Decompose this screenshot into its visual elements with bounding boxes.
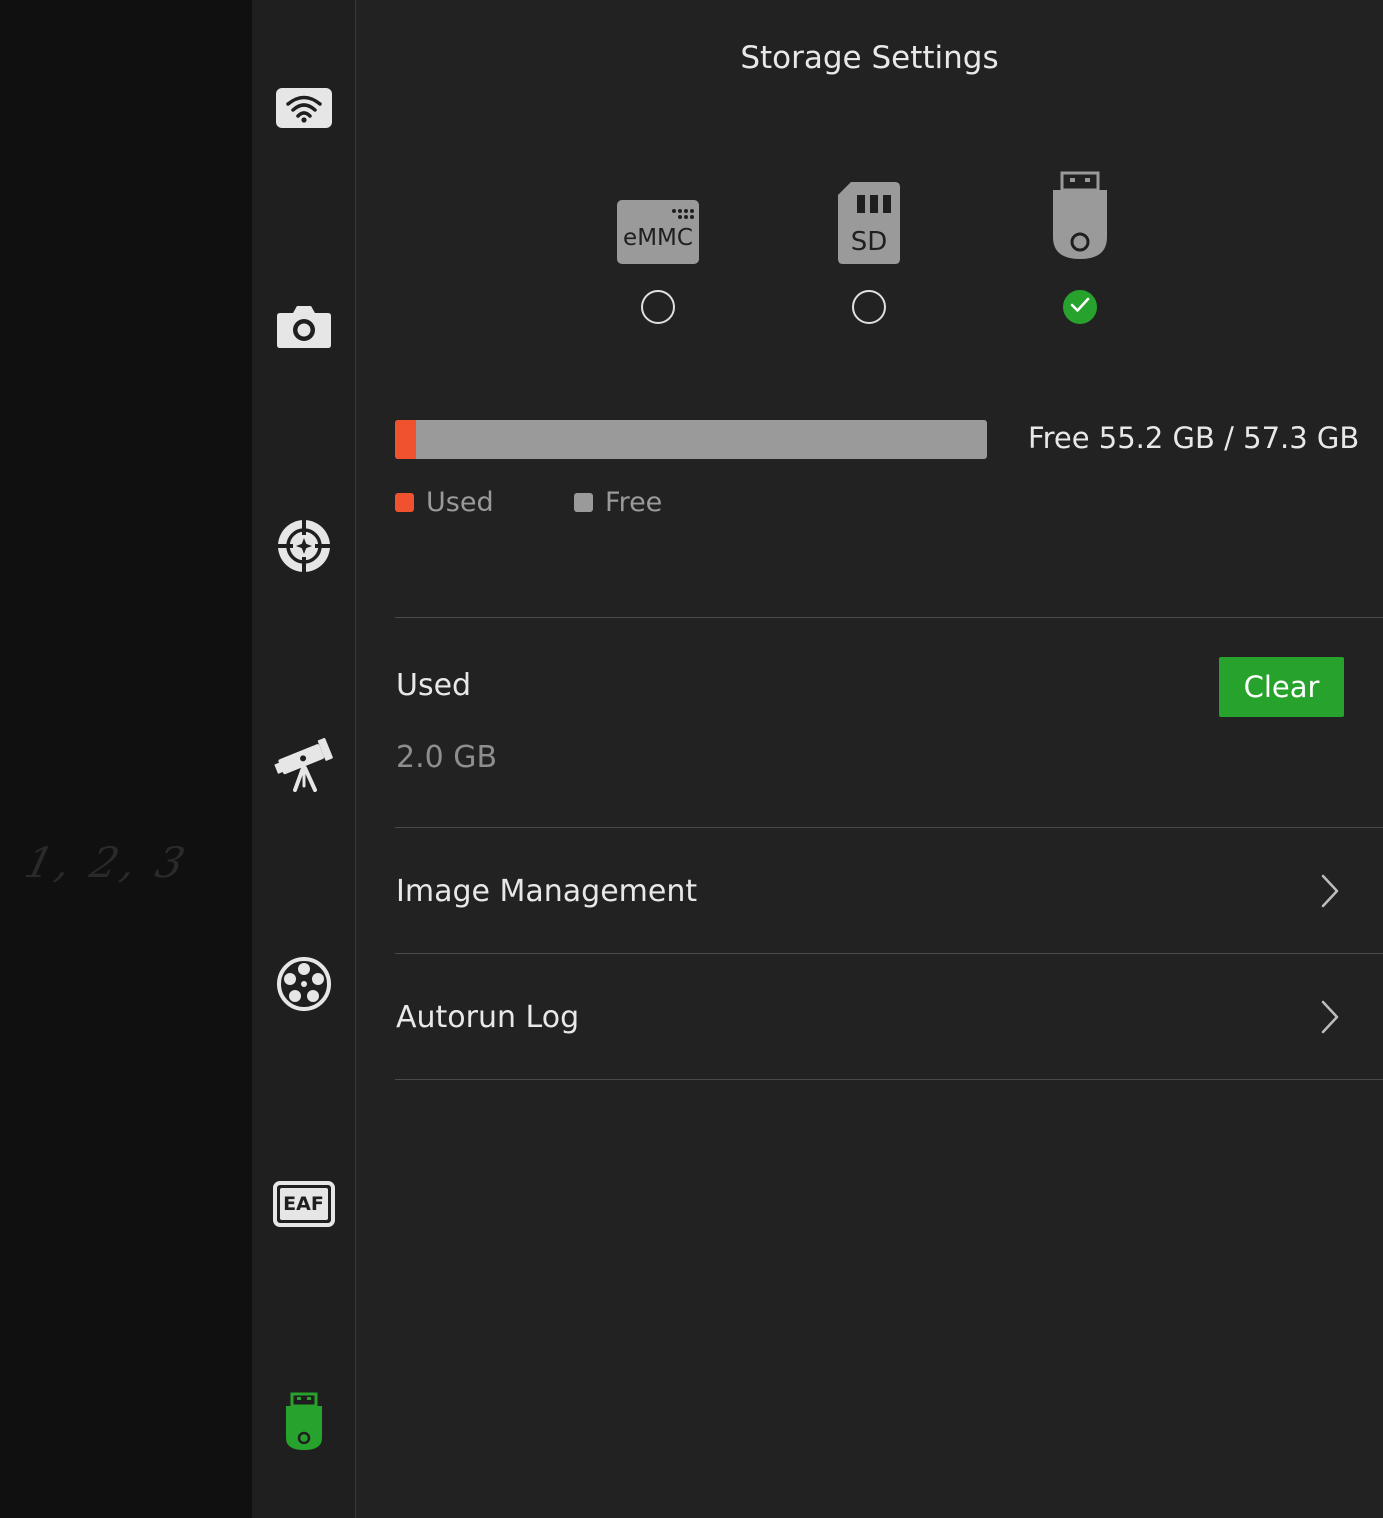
- sidebar-item-focus[interactable]: [252, 508, 355, 588]
- used-label: Used: [396, 668, 472, 703]
- sd-label: SD: [850, 227, 888, 257]
- menu-item-autorun-log[interactable]: Autorun Log: [395, 954, 1383, 1079]
- storage-radio-usb[interactable]: [1063, 290, 1097, 324]
- sd-card-icon: SD: [837, 181, 901, 265]
- sidebar-item-camera[interactable]: [252, 288, 355, 368]
- divider: [395, 617, 1383, 618]
- storage-option-sd[interactable]: SD: [814, 170, 924, 330]
- page-title: Storage Settings: [740, 40, 999, 76]
- checkmark-icon: [1070, 297, 1090, 317]
- divider: [395, 1079, 1383, 1080]
- handwritten-note: 1, 2, 3: [19, 838, 194, 887]
- left-panel: 1, 2, 3: [0, 0, 252, 1518]
- camera-icon: [276, 303, 332, 353]
- storage-usage-bar: [395, 420, 987, 459]
- sidebar-item-storage[interactable]: [252, 1384, 355, 1464]
- free-space-text: Free 55.2 GB / 57.3 GB: [1028, 421, 1360, 455]
- emmc-icon: eMMC: [616, 199, 700, 265]
- crosshair-icon: [277, 519, 331, 577]
- telescope-icon: [273, 736, 335, 796]
- filter-wheel-icon: [276, 956, 332, 1016]
- legend-used: Used: [395, 487, 494, 518]
- legend-free: Free: [574, 487, 662, 518]
- main-panel: Storage Settings eMMC SD Free 55.2 GB / …: [356, 0, 1383, 1518]
- emmc-label: eMMC: [623, 225, 693, 251]
- clear-button[interactable]: Clear: [1219, 657, 1344, 717]
- legend-used-label: Used: [426, 487, 494, 518]
- chevron-right-icon: [1319, 999, 1341, 1039]
- storage-option-emmc[interactable]: eMMC: [603, 170, 713, 330]
- storage-option-usb[interactable]: [1025, 170, 1135, 330]
- usb-drive-icon: [1051, 171, 1109, 265]
- legend-used-swatch: [395, 493, 414, 512]
- eaf-label: EAF: [283, 1193, 324, 1215]
- sidebar-item-filter-wheel[interactable]: [252, 946, 355, 1026]
- sidebar: EAF: [252, 0, 356, 1518]
- sidebar-item-wifi[interactable]: [252, 70, 355, 150]
- chevron-right-icon: [1319, 873, 1341, 913]
- eaf-icon: EAF: [272, 1181, 335, 1227]
- sidebar-item-telescope[interactable]: [252, 726, 355, 806]
- menu-item-label: Image Management: [396, 874, 698, 909]
- storage-radio-emmc[interactable]: [641, 290, 675, 324]
- usb-drive-icon: [284, 1392, 324, 1456]
- menu-item-label: Autorun Log: [396, 1000, 580, 1035]
- storage-radio-sd[interactable]: [852, 290, 886, 324]
- menu-item-image-management[interactable]: Image Management: [395, 828, 1383, 953]
- used-fill: [395, 420, 416, 459]
- legend-free-label: Free: [605, 487, 663, 518]
- wifi-icon: [275, 87, 333, 133]
- sidebar-item-eaf[interactable]: EAF: [252, 1164, 355, 1244]
- legend-free-swatch: [574, 493, 593, 512]
- used-value: 2.0 GB: [396, 740, 498, 775]
